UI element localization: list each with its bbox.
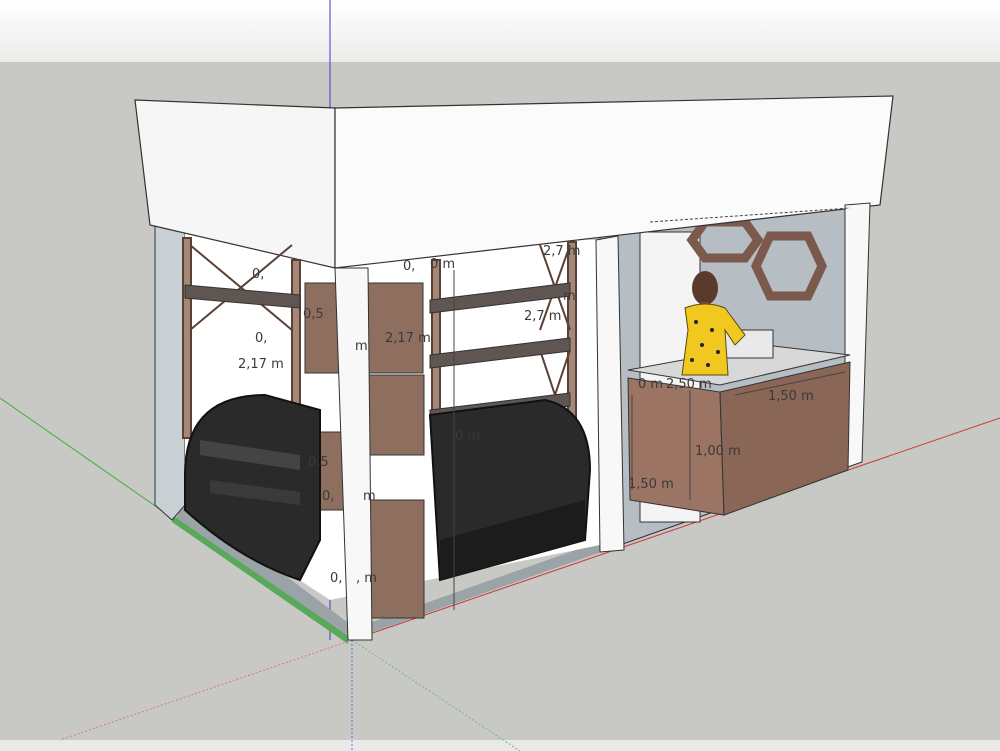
dim-label-4: 0,5: [303, 307, 324, 322]
dim-label-20: 1,50 m: [628, 477, 674, 492]
dim-label-6: 0,: [255, 331, 267, 346]
dim-label-17: 2,50 m: [666, 377, 712, 392]
model-viewport[interactable]: 0, 0, 2,7 m 0,5 2,17 m 0, m 2,17 m 2,7 m…: [0, 0, 1000, 751]
dim-label-21: 0 m: [430, 257, 455, 272]
dim-label-2: 0,: [403, 259, 415, 274]
dim-label-19: 1,00 m: [695, 444, 741, 459]
dim-label-9: 2,7 m: [543, 244, 580, 259]
left-wall-interior: [154, 224, 186, 521]
dim-label-22: m: [563, 289, 576, 304]
dim-label-5: 2,17 m: [385, 331, 431, 346]
green-axis-dotted: [351, 639, 521, 751]
dim-label-13: 0,: [330, 571, 342, 586]
dim-label-16: 0 m: [638, 377, 663, 392]
dim-label-12: m: [363, 489, 376, 504]
dim-label-10: 0,5: [308, 455, 329, 470]
dim-label-11: 0,: [322, 489, 334, 504]
dim-label-8: 2,17 m: [238, 357, 284, 372]
dim-label-15: 0 m: [455, 429, 480, 444]
dim-label-1: 0,: [252, 267, 264, 282]
cabinet-mid: [361, 374, 425, 456]
red-axis-dotted: [59, 639, 353, 741]
dim-label-7: m: [355, 339, 368, 354]
dim-label-18: 1,50 m: [768, 389, 814, 404]
dim-label-14: , m: [356, 571, 377, 586]
dim-label-3: 2,7 m: [524, 309, 561, 324]
